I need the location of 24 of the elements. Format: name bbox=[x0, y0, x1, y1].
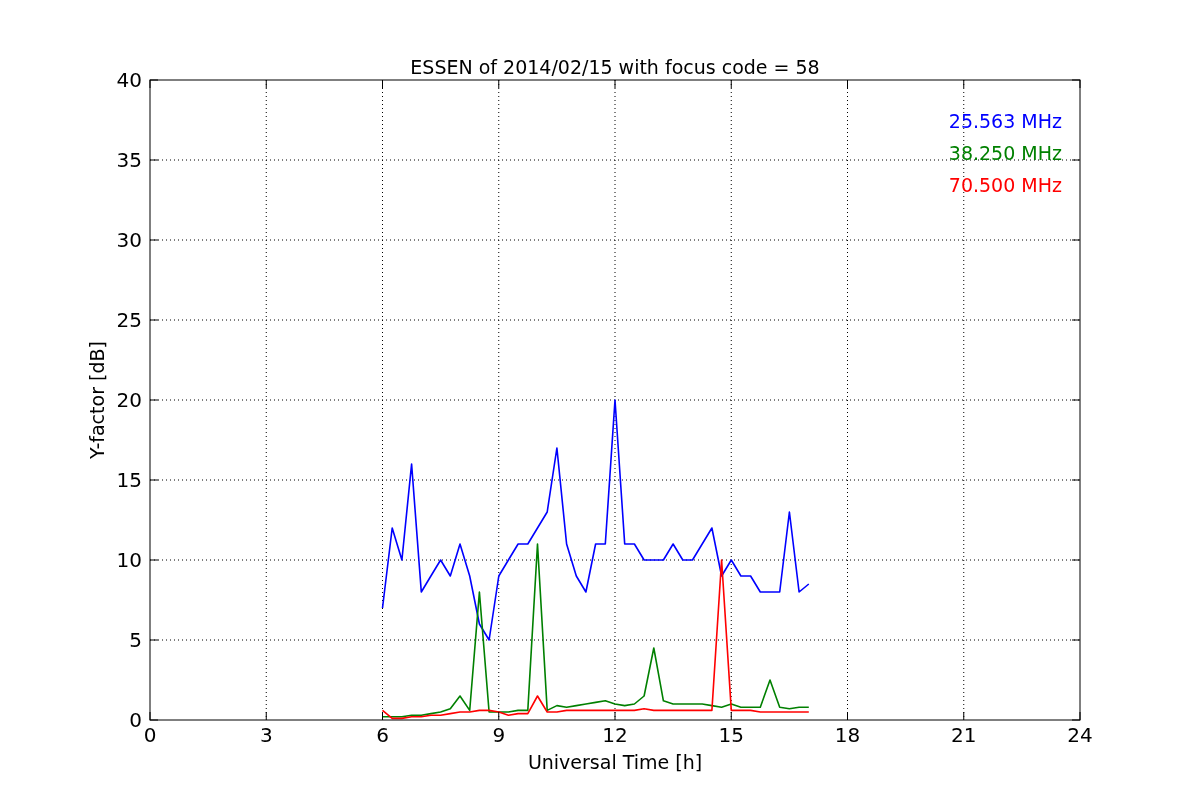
y-tick-label: 40 bbox=[116, 68, 142, 92]
y-tick-label: 35 bbox=[116, 148, 142, 172]
x-tick-label: 3 bbox=[259, 723, 273, 747]
y-tick-label: 20 bbox=[116, 388, 142, 412]
x-tick-label: 15 bbox=[718, 723, 744, 747]
y-tick-label: 0 bbox=[129, 708, 142, 732]
x-tick-label: 12 bbox=[602, 723, 628, 747]
x-tick-label: 6 bbox=[376, 723, 389, 747]
y-tick-label: 30 bbox=[116, 228, 142, 252]
x-axis-label: Universal Time [h] bbox=[527, 751, 703, 773]
y-tick-label: 25 bbox=[116, 308, 142, 332]
x-tick-label: 0 bbox=[143, 723, 157, 747]
y-tick-label: 10 bbox=[116, 548, 142, 572]
y-axis-label: Y-factor [dB] bbox=[86, 341, 108, 459]
y-tick-label: 15 bbox=[116, 468, 142, 492]
chart-title: ESSEN of 2014/02/15 with focus code = 58 bbox=[410, 56, 820, 78]
x-tick-label: 21 bbox=[951, 723, 977, 747]
legend-label: 70.500 MHz bbox=[948, 174, 1062, 196]
legend-label: 38.250 MHz bbox=[948, 142, 1062, 164]
x-tick-label: 24 bbox=[1067, 723, 1093, 747]
x-tick-label: 18 bbox=[834, 723, 861, 747]
legend-label: 25.563 MHz bbox=[948, 110, 1062, 132]
x-tick-label: 9 bbox=[492, 723, 506, 747]
y-tick-label: 5 bbox=[129, 628, 142, 652]
